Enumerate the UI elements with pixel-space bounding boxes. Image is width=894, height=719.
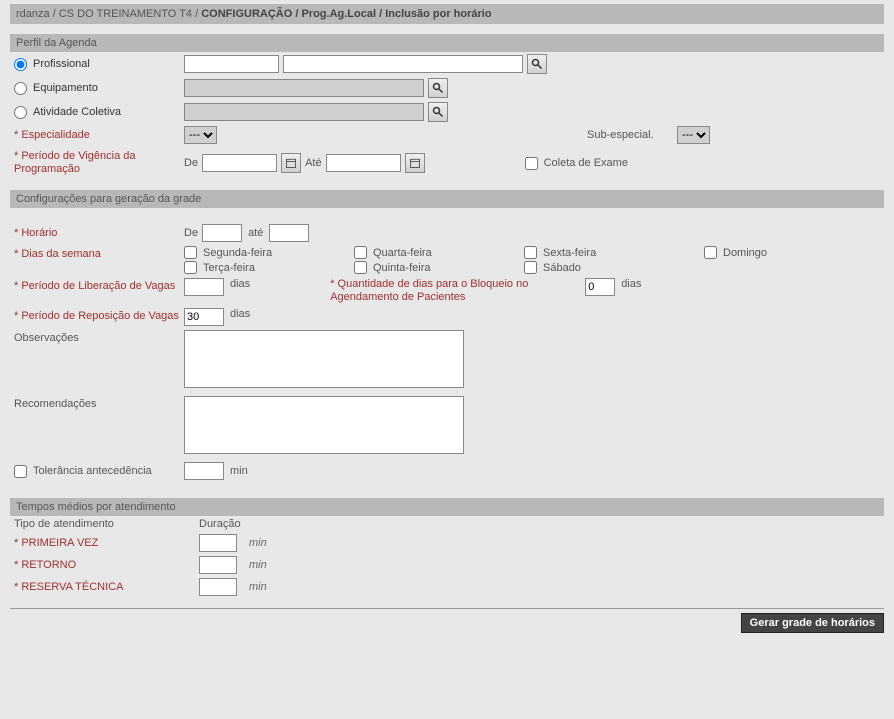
observacoes-label: Observações xyxy=(14,330,184,346)
dia-dom-label: Domingo xyxy=(723,247,767,259)
duracao-retorno-input[interactable] xyxy=(199,556,237,574)
breadcrumb-part3: / Prog.Ag.Local / Inclusão por horário xyxy=(295,8,491,20)
breadcrumb: rdanza / CS DO TREINAMENTO T4 / CONFIGUR… xyxy=(10,4,884,24)
subespecial-select[interactable]: --- xyxy=(677,126,710,144)
dia-dom-checkbox[interactable] xyxy=(704,246,717,259)
dia-qui-checkbox[interactable] xyxy=(354,261,367,274)
coleta-exame-label: Coleta de Exame xyxy=(544,157,628,169)
de-label: De xyxy=(184,157,198,169)
dia-sex-label: Sexta-feira xyxy=(543,247,596,259)
tolerancia-input[interactable] xyxy=(184,462,224,480)
section-config-grade-header: Configurações para geração da grade xyxy=(10,190,884,208)
horario-ate-label: até xyxy=(248,227,263,239)
horario-ate-input[interactable] xyxy=(269,224,309,242)
periodo-liberacao-label: Período de Liberação de Vagas xyxy=(14,278,184,295)
dia-seg-label: Segunda-feira xyxy=(203,247,272,259)
periodo-vigencia-label: Período de Vigência da Programação xyxy=(14,148,184,178)
dia-sab-checkbox[interactable] xyxy=(524,261,537,274)
dia-seg-checkbox[interactable] xyxy=(184,246,197,259)
dia-sab-label: Sábado xyxy=(543,262,581,274)
dia-qua-label: Quarta-feira xyxy=(373,247,432,259)
especialidade-label: Especialidade xyxy=(14,127,184,143)
footer-divider xyxy=(10,608,884,609)
horario-de-label: De xyxy=(184,227,198,239)
especialidade-select[interactable]: --- xyxy=(184,126,217,144)
horario-label: Horário xyxy=(14,225,184,241)
dia-ter-checkbox[interactable] xyxy=(184,261,197,274)
dias-unit-1: dias xyxy=(230,278,250,290)
tolerancia-checkbox[interactable] xyxy=(14,465,27,478)
calendar-icon xyxy=(409,157,421,169)
calendar-de-button[interactable] xyxy=(281,153,301,173)
col-duracao-label: Duração xyxy=(199,518,249,530)
ate-label: Até xyxy=(305,157,322,169)
search-icon xyxy=(531,58,543,70)
breadcrumb-part1: rdanza / CS DO TREINAMENTO T4 / xyxy=(16,8,198,20)
dia-sex-checkbox[interactable] xyxy=(524,246,537,259)
calendar-ate-button[interactable] xyxy=(405,153,425,173)
search-icon xyxy=(432,106,444,118)
section-tempos-header: Tempos médios por atendimento xyxy=(10,498,884,516)
vigencia-de-input[interactable] xyxy=(202,154,277,172)
section-perfil-agenda-header: Perfil da Agenda xyxy=(10,34,884,52)
breadcrumb-part2: CONFIGURAÇÃO xyxy=(201,8,292,20)
min-unit-3: min xyxy=(249,581,289,593)
periodo-reposicao-input[interactable] xyxy=(184,308,224,326)
gerar-grade-button[interactable]: Gerar grade de horários xyxy=(741,613,884,633)
dia-qua-checkbox[interactable] xyxy=(354,246,367,259)
search-profissional-button[interactable] xyxy=(527,54,547,74)
recomendacoes-textarea[interactable] xyxy=(184,396,464,454)
vigencia-ate-input[interactable] xyxy=(326,154,401,172)
qtd-bloqueio-input[interactable] xyxy=(585,278,615,296)
col-tipo-label: Tipo de atendimento xyxy=(14,518,199,530)
search-equipamento-button[interactable] xyxy=(428,78,448,98)
search-icon xyxy=(432,82,444,94)
observacoes-textarea[interactable] xyxy=(184,330,464,388)
min-unit-1: min xyxy=(249,537,289,549)
periodo-liberacao-input[interactable] xyxy=(184,278,224,296)
dias-unit-2: dias xyxy=(621,278,641,290)
calendar-icon xyxy=(285,157,297,169)
coleta-exame-checkbox[interactable] xyxy=(525,157,538,170)
tipo-primeira-label: PRIMEIRA VEZ xyxy=(14,537,199,549)
recomendacoes-label: Recomendações xyxy=(14,396,184,412)
dias-semana-label: Dias da semana xyxy=(14,246,184,262)
equipamento-input[interactable] xyxy=(184,79,424,97)
radio-profissional-label: Profissional xyxy=(33,58,90,70)
duracao-primeira-input[interactable] xyxy=(199,534,237,552)
dia-qui-label: Quinta-feira xyxy=(373,262,430,274)
min-unit-2: min xyxy=(249,559,289,571)
periodo-reposicao-label: Período de Reposição de Vagas xyxy=(14,308,184,325)
search-atividade-button[interactable] xyxy=(428,102,448,122)
tolerancia-label: Tolerância antecedência xyxy=(33,465,152,477)
radio-atividade-label: Atividade Coletiva xyxy=(33,106,121,118)
profissional-code-input[interactable] xyxy=(184,55,279,73)
profissional-name-input[interactable] xyxy=(283,55,523,73)
radio-atividade[interactable] xyxy=(14,106,27,119)
horario-de-input[interactable] xyxy=(202,224,242,242)
dia-ter-label: Terça-feira xyxy=(203,262,255,274)
tipo-reserva-label: RESERVA TÉCNICA xyxy=(14,581,199,593)
tipo-retorno-label: RETORNO xyxy=(14,559,199,571)
min-unit-tol: min xyxy=(230,465,248,477)
radio-equipamento[interactable] xyxy=(14,82,27,95)
qtd-bloqueio-label: Quantidade de dias para o Bloqueio no Ag… xyxy=(330,278,585,304)
radio-profissional[interactable] xyxy=(14,58,27,71)
duracao-reserva-input[interactable] xyxy=(199,578,237,596)
dias-unit-3: dias xyxy=(230,308,250,320)
radio-equipamento-label: Equipamento xyxy=(33,82,98,94)
atividade-input[interactable] xyxy=(184,103,424,121)
subespecial-label: Sub-especial. xyxy=(587,129,677,141)
